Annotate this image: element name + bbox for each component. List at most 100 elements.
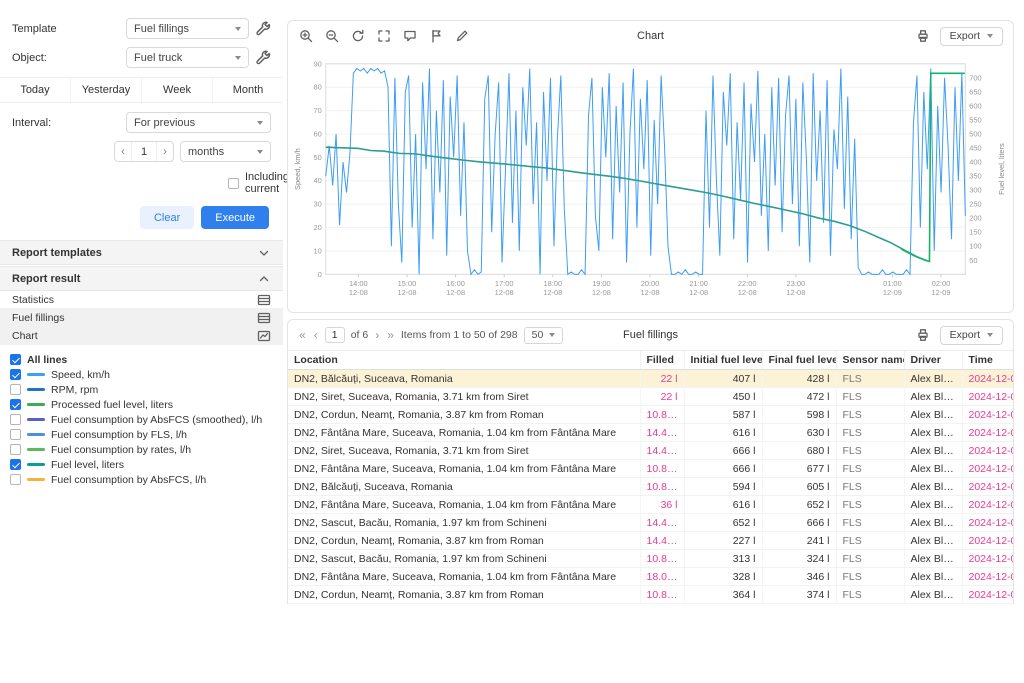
range-tab-month[interactable]: Month <box>212 78 283 102</box>
chart-toolbar <box>298 29 469 44</box>
legend-checkbox[interactable] <box>10 429 21 440</box>
legend-item-7[interactable]: Fuel level, liters <box>10 457 273 472</box>
execute-button[interactable]: Execute <box>201 206 269 229</box>
last-page-button[interactable]: » <box>386 328 395 342</box>
legend-item-3[interactable]: Processed fuel level, liters <box>10 397 273 412</box>
report-result-item-chart[interactable]: Chart <box>0 327 283 345</box>
panel-table-icon <box>256 292 271 307</box>
zoom-out-icon[interactable] <box>324 29 339 44</box>
table-row[interactable]: DN2, Siret, Suceava, Romania, 3.71 km fr… <box>288 387 1013 406</box>
chart-body: 0 10 20 30 40 50 60 70 80 90 50 100 150 200 250 300 350 4… <box>288 51 1013 312</box>
fit-screen-icon[interactable] <box>376 29 391 44</box>
cell-sensor-name: FLS <box>836 441 905 460</box>
cell-initial-fuel-level: 364 l <box>684 585 763 604</box>
table-row[interactable]: DN2, Sascut, Bacău, Romania, 1.97 km fro… <box>288 603 1013 604</box>
svg-text:300: 300 <box>969 186 981 195</box>
cell-time: 2024-12-01 03:04:00 <box>962 423 1013 442</box>
table-row[interactable]: DN2, Fântâna Mare, Suceava, Romania, 1.0… <box>288 423 1013 442</box>
legend-checkbox[interactable] <box>10 354 21 365</box>
cell-filled: 14.40 l <box>640 531 685 550</box>
svg-text:90: 90 <box>313 59 321 68</box>
chart-canvas[interactable]: 0 10 20 30 40 50 60 70 80 90 50 100 150 200 250 300 350 4… <box>290 53 1011 307</box>
legend-item-4[interactable]: Fuel consumption by AbsFCS (smoothed), l… <box>10 412 273 427</box>
page-size-select[interactable]: 50 <box>523 326 564 344</box>
cell-final-fuel-level: 428 l <box>762 369 837 388</box>
range-tab-today[interactable]: Today <box>0 78 70 102</box>
template-select[interactable]: Fuel fillings <box>126 18 249 39</box>
legend-checkbox[interactable] <box>10 384 21 395</box>
range-tab-week[interactable]: Week <box>141 78 212 102</box>
svg-text:700: 700 <box>969 73 981 82</box>
cell-driver: Alex Black <box>904 495 963 514</box>
legend-item-1[interactable]: Speed, km/h <box>10 367 273 382</box>
svg-text:50: 50 <box>969 256 977 265</box>
table-row[interactable]: DN2, Cordun, Neamț, Romania, 3.87 km fro… <box>288 405 1013 424</box>
cell-initial-fuel-level: 666 l <box>684 459 763 478</box>
template-settings-icon[interactable] <box>255 21 271 37</box>
legend-item-0[interactable]: All lines <box>10 352 273 367</box>
table-row[interactable]: DN2, Siret, Suceava, Romania, 3.71 km fr… <box>288 441 1013 460</box>
print-icon[interactable] <box>916 29 931 44</box>
legend-checkbox[interactable] <box>10 399 21 410</box>
stepper-decrement-button[interactable]: ‹ <box>115 142 131 161</box>
cell-location: DN2, Sascut, Bacău, Romania, 1.97 km fro… <box>288 549 641 568</box>
series-color-swatch <box>27 388 45 391</box>
stepper-increment-button[interactable]: › <box>157 142 173 161</box>
report-result-item-fuel-fillings[interactable]: Fuel fillings <box>0 309 283 327</box>
table-row[interactable]: DN2, Fântâna Mare, Suceava, Romania, 1.0… <box>288 567 1013 586</box>
tooltip-icon[interactable] <box>402 29 417 44</box>
object-select[interactable]: Fuel truck <box>126 47 249 68</box>
table-row[interactable]: DN2, Fântâna Mare, Suceava, Romania, 1.0… <box>288 459 1013 478</box>
fuel-fillings-panel: « ‹ 1 of 6 › » Items from 1 to 50 of 298… <box>287 319 1014 604</box>
legend-item-8[interactable]: Fuel consumption by AbsFCS, l/h <box>10 472 273 487</box>
edit-icon[interactable] <box>454 29 469 44</box>
svg-text:400: 400 <box>969 158 981 167</box>
interval-unit-select[interactable]: months <box>180 141 271 162</box>
page-number-input[interactable]: 1 <box>324 327 345 343</box>
first-page-button[interactable]: « <box>298 328 307 342</box>
including-current-checkbox[interactable] <box>228 177 239 189</box>
legend-item-6[interactable]: Fuel consumption by rates, l/h <box>10 442 273 457</box>
clear-button[interactable]: Clear <box>139 206 195 229</box>
legend-checkbox[interactable] <box>10 444 21 455</box>
chart-export-button[interactable]: Export <box>939 26 1003 46</box>
legend-item-2[interactable]: RPM, rpm <box>10 382 273 397</box>
table-row[interactable]: DN2, Sascut, Bacău, Romania, 1.97 km fro… <box>288 549 1013 568</box>
interval-select[interactable]: For previous <box>126 112 271 133</box>
table-row[interactable]: DN2, Bălcăuți, Suceava, Romania 10.80 l 59… <box>288 477 1013 496</box>
interval-count-input[interactable] <box>131 142 157 161</box>
reset-icon[interactable] <box>350 29 365 44</box>
table-row[interactable]: DN2, Sascut, Bacău, Romania, 1.97 km fro… <box>288 513 1013 532</box>
legend-checkbox[interactable] <box>10 459 21 470</box>
table-export-button[interactable]: Export <box>939 325 1003 345</box>
prev-page-button[interactable]: ‹ <box>313 328 319 342</box>
legend-checkbox[interactable] <box>10 369 21 380</box>
report-result-item-statistics[interactable]: Statistics <box>0 291 283 309</box>
table-row[interactable]: DN2, Fântâna Mare, Suceava, Romania, 1.0… <box>288 495 1013 514</box>
cell-time: 2024-12-01 00:47:10 <box>962 369 1013 388</box>
markers-icon[interactable] <box>428 29 443 44</box>
object-settings-icon[interactable] <box>255 50 271 66</box>
print-icon[interactable] <box>916 328 931 343</box>
series-color-swatch <box>27 418 45 421</box>
range-tab-yesterday[interactable]: Yesterday <box>70 78 141 102</box>
next-page-button[interactable]: › <box>374 328 380 342</box>
svg-text:20:00: 20:00 <box>641 279 660 288</box>
cell-time: 2024-12-01 05:19:28 <box>962 513 1013 532</box>
svg-text:350: 350 <box>969 172 981 181</box>
section-report-templates[interactable]: Report templates <box>0 240 283 265</box>
cell-filled: 14.40 l <box>640 423 685 442</box>
legend-item-5[interactable]: Fuel consumption by FLS, l/h <box>10 427 273 442</box>
cell-location: DN2, Cordun, Neamț, Romania, 3.87 km fro… <box>288 585 641 604</box>
table-row[interactable]: DN2, Bălcăuți, Suceava, Romania 22 l 407 l… <box>288 369 1013 388</box>
table-export-label: Export <box>949 329 980 341</box>
svg-text:23:00: 23:00 <box>787 279 806 288</box>
zoom-in-icon[interactable] <box>298 29 313 44</box>
section-report-result[interactable]: Report result <box>0 266 283 291</box>
table-row[interactable]: DN2, Cordun, Neamț, Romania, 3.87 km fro… <box>288 531 1013 550</box>
table-row[interactable]: DN2, Cordun, Neamț, Romania, 3.87 km fro… <box>288 585 1013 604</box>
fuel-fillings-table: Location Filled Initial fuel level Final fu… <box>288 350 1013 604</box>
legend-checkbox[interactable] <box>10 414 21 425</box>
column-header-filled: Filled <box>640 350 685 370</box>
legend-checkbox[interactable] <box>10 474 21 485</box>
